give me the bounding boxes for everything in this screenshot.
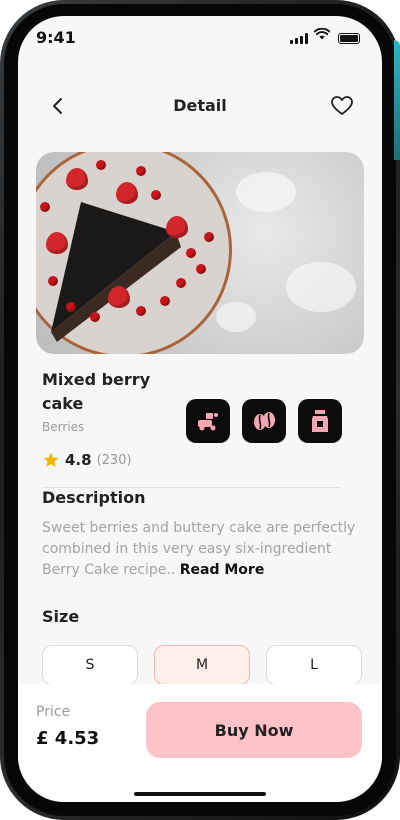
size-selector: S M L <box>42 645 362 685</box>
purchase-footer: Price £ 4.53 Buy Now <box>18 684 382 802</box>
feature-milk[interactable] <box>298 399 342 443</box>
size-option-s[interactable]: S <box>42 645 138 685</box>
favorite-button[interactable] <box>330 94 354 118</box>
star-icon <box>43 452 59 467</box>
page-title: Detail <box>173 96 227 115</box>
price-label: Price <box>36 704 71 720</box>
rating-count: (230) <box>96 452 132 468</box>
description-text: Sweet berries and buttery cake are perfe… <box>42 518 360 581</box>
description-heading: Description <box>42 488 146 507</box>
read-more-link[interactable]: Read More <box>180 562 265 578</box>
product-name: Mixed berry cake <box>42 370 151 413</box>
product-category: Berries <box>42 420 85 434</box>
status-icons <box>290 27 360 44</box>
size-option-l[interactable]: L <box>266 645 362 685</box>
size-option-m[interactable]: M <box>154 645 250 685</box>
feature-icons <box>186 399 342 443</box>
buy-now-button[interactable]: Buy Now <box>146 702 362 758</box>
signal-icon <box>290 33 308 44</box>
feature-coffee-beans[interactable] <box>242 399 286 443</box>
wifi-icon <box>313 25 331 44</box>
home-indicator <box>134 792 266 796</box>
status-bar: 9:41 <box>18 16 382 60</box>
coffee-beans-icon <box>254 412 275 430</box>
size-heading: Size <box>42 607 80 626</box>
heart-icon <box>331 96 353 115</box>
price-value: £ 4.53 <box>36 728 100 749</box>
status-time: 9:41 <box>36 28 76 47</box>
milk-carton-icon <box>312 410 328 432</box>
screen: 9:41 Detail Mixed berry cake Berries 4.8… <box>18 16 382 802</box>
rating-value: 4.8 <box>65 451 92 469</box>
battery-icon <box>338 33 360 44</box>
rating: 4.8 (230) <box>42 451 132 469</box>
product-image <box>36 152 364 354</box>
delivery-icon <box>198 413 218 431</box>
feature-delivery[interactable] <box>186 399 230 443</box>
phone-edge-highlight <box>394 40 400 160</box>
